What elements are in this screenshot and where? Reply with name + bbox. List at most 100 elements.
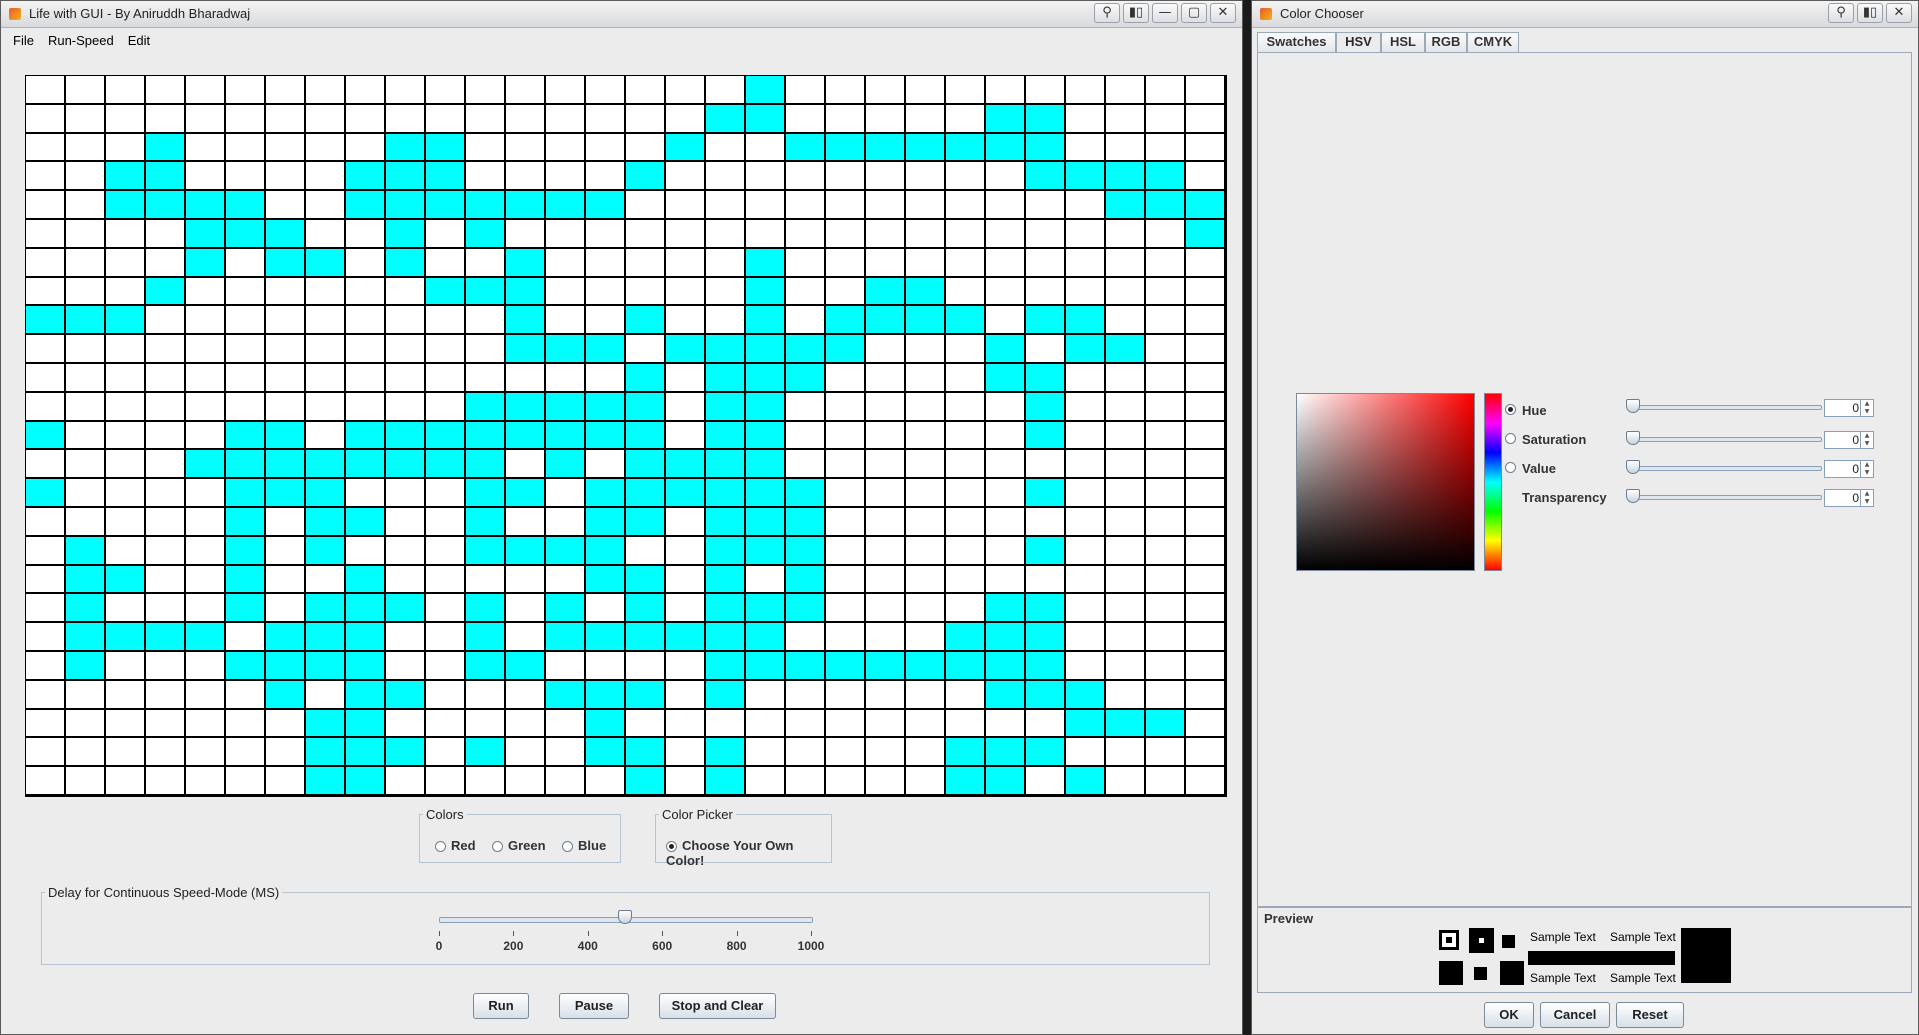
grid-cell[interactable] (306, 450, 346, 480)
grid-cell[interactable] (946, 335, 986, 364)
grid-cell[interactable] (1066, 508, 1106, 537)
grid-cell[interactable] (1066, 248, 1106, 278)
grid-cell[interactable] (106, 450, 146, 480)
grid-cell[interactable] (106, 594, 146, 624)
grid-cell[interactable] (586, 652, 626, 681)
grid-cell[interactable] (1026, 623, 1066, 652)
grid-cell[interactable] (426, 248, 466, 278)
grid-cell[interactable] (786, 191, 826, 220)
grid-cell[interactable] (26, 364, 66, 393)
grid-cell[interactable] (866, 479, 906, 508)
grid-cell[interactable] (786, 738, 826, 768)
grid-cell[interactable] (946, 565, 986, 595)
grid-cell[interactable] (1066, 364, 1106, 393)
grid-cell[interactable] (426, 680, 466, 710)
grid-cell[interactable] (386, 709, 426, 739)
grid-cell[interactable] (826, 652, 866, 681)
grid-cell[interactable] (706, 335, 746, 364)
grid-cell[interactable] (1146, 133, 1186, 163)
pause-button[interactable]: Pause (559, 993, 629, 1019)
grid-cell[interactable] (586, 709, 626, 739)
grid-cell[interactable] (586, 76, 626, 105)
grid-cell[interactable] (346, 508, 386, 537)
grid-cell[interactable] (426, 652, 466, 681)
grid-cell[interactable] (1106, 680, 1146, 710)
grid-cell[interactable] (906, 162, 946, 192)
grid-cell[interactable] (546, 767, 586, 796)
grid-cell[interactable] (586, 191, 626, 220)
grid-cell[interactable] (466, 392, 506, 422)
grid-cell[interactable] (746, 508, 786, 537)
grid-cell[interactable] (426, 709, 466, 739)
grid-cell[interactable] (346, 277, 386, 307)
grid-cell[interactable] (706, 133, 746, 163)
grid-cell[interactable] (786, 335, 826, 364)
grid-cell[interactable] (106, 392, 146, 422)
grid-cell[interactable] (426, 306, 466, 336)
grid-cell[interactable] (26, 277, 66, 307)
grid-cell[interactable] (1146, 767, 1186, 796)
grid-cell[interactable] (266, 565, 306, 595)
grid-cell[interactable] (306, 220, 346, 249)
grid-cell[interactable] (66, 335, 106, 364)
grid-cell[interactable] (66, 392, 106, 422)
grid-cell[interactable] (226, 565, 266, 595)
grid-cell[interactable] (186, 709, 226, 739)
grid-cell[interactable] (66, 565, 106, 595)
maximize-icon[interactable]: ▢ (1181, 3, 1207, 23)
grid-cell[interactable] (546, 479, 586, 508)
grid-cell[interactable] (546, 277, 586, 307)
grid-cell[interactable] (1026, 248, 1066, 278)
grid-cell[interactable] (426, 220, 466, 249)
grid-cell[interactable] (906, 623, 946, 652)
grid-cell[interactable] (746, 652, 786, 681)
grid-cell[interactable] (626, 306, 666, 336)
spinner-up-icon[interactable]: ▲ (1860, 432, 1873, 440)
grid-cell[interactable] (66, 450, 106, 480)
grid-cell[interactable] (146, 76, 186, 105)
grid-cell[interactable] (506, 277, 546, 307)
grid-cell[interactable] (946, 133, 986, 163)
grid-cell[interactable] (106, 191, 146, 220)
grid-cell[interactable] (626, 162, 666, 192)
grid-cell[interactable] (1186, 76, 1226, 105)
grid-cell[interactable] (1146, 248, 1186, 278)
grid-cell[interactable] (866, 162, 906, 192)
grid-cell[interactable] (146, 623, 186, 652)
grid-cell[interactable] (946, 277, 986, 307)
grid-cell[interactable] (1146, 450, 1186, 480)
grid-cell[interactable] (386, 191, 426, 220)
saturation-slider-track[interactable] (1632, 437, 1822, 442)
grid-cell[interactable] (666, 623, 706, 652)
grid-cell[interactable] (306, 623, 346, 652)
menu-file[interactable]: File (1, 28, 41, 54)
grid-cell[interactable] (466, 594, 506, 624)
grid-cell[interactable] (546, 364, 586, 393)
grid-cell[interactable] (986, 277, 1026, 307)
radio-choose-own-color-circle[interactable] (666, 841, 677, 852)
grid-cell[interactable] (1186, 479, 1226, 508)
grid-cell[interactable] (786, 623, 826, 652)
grid-cell[interactable] (346, 738, 386, 768)
grid-cell[interactable] (946, 392, 986, 422)
grid-cell[interactable] (106, 680, 146, 710)
grid-cell[interactable] (426, 76, 466, 105)
grid-cell[interactable] (306, 652, 346, 681)
grid-cell[interactable] (26, 133, 66, 163)
grid-cell[interactable] (426, 450, 466, 480)
grid-cell[interactable] (746, 220, 786, 249)
grid-cell[interactable] (146, 162, 186, 192)
grid-cell[interactable] (706, 248, 746, 278)
grid-cell[interactable] (666, 767, 706, 796)
grid-cell[interactable] (146, 709, 186, 739)
grid-cell[interactable] (306, 76, 346, 105)
grid-cell[interactable] (546, 536, 586, 566)
grid-cell[interactable] (466, 536, 506, 566)
grid-cell[interactable] (946, 104, 986, 134)
grid-cell[interactable] (66, 306, 106, 336)
grid-cell[interactable] (826, 709, 866, 739)
grid-cell[interactable] (866, 277, 906, 307)
grid-cell[interactable] (826, 623, 866, 652)
grid-cell[interactable] (626, 536, 666, 566)
grid-cell[interactable] (26, 76, 66, 105)
